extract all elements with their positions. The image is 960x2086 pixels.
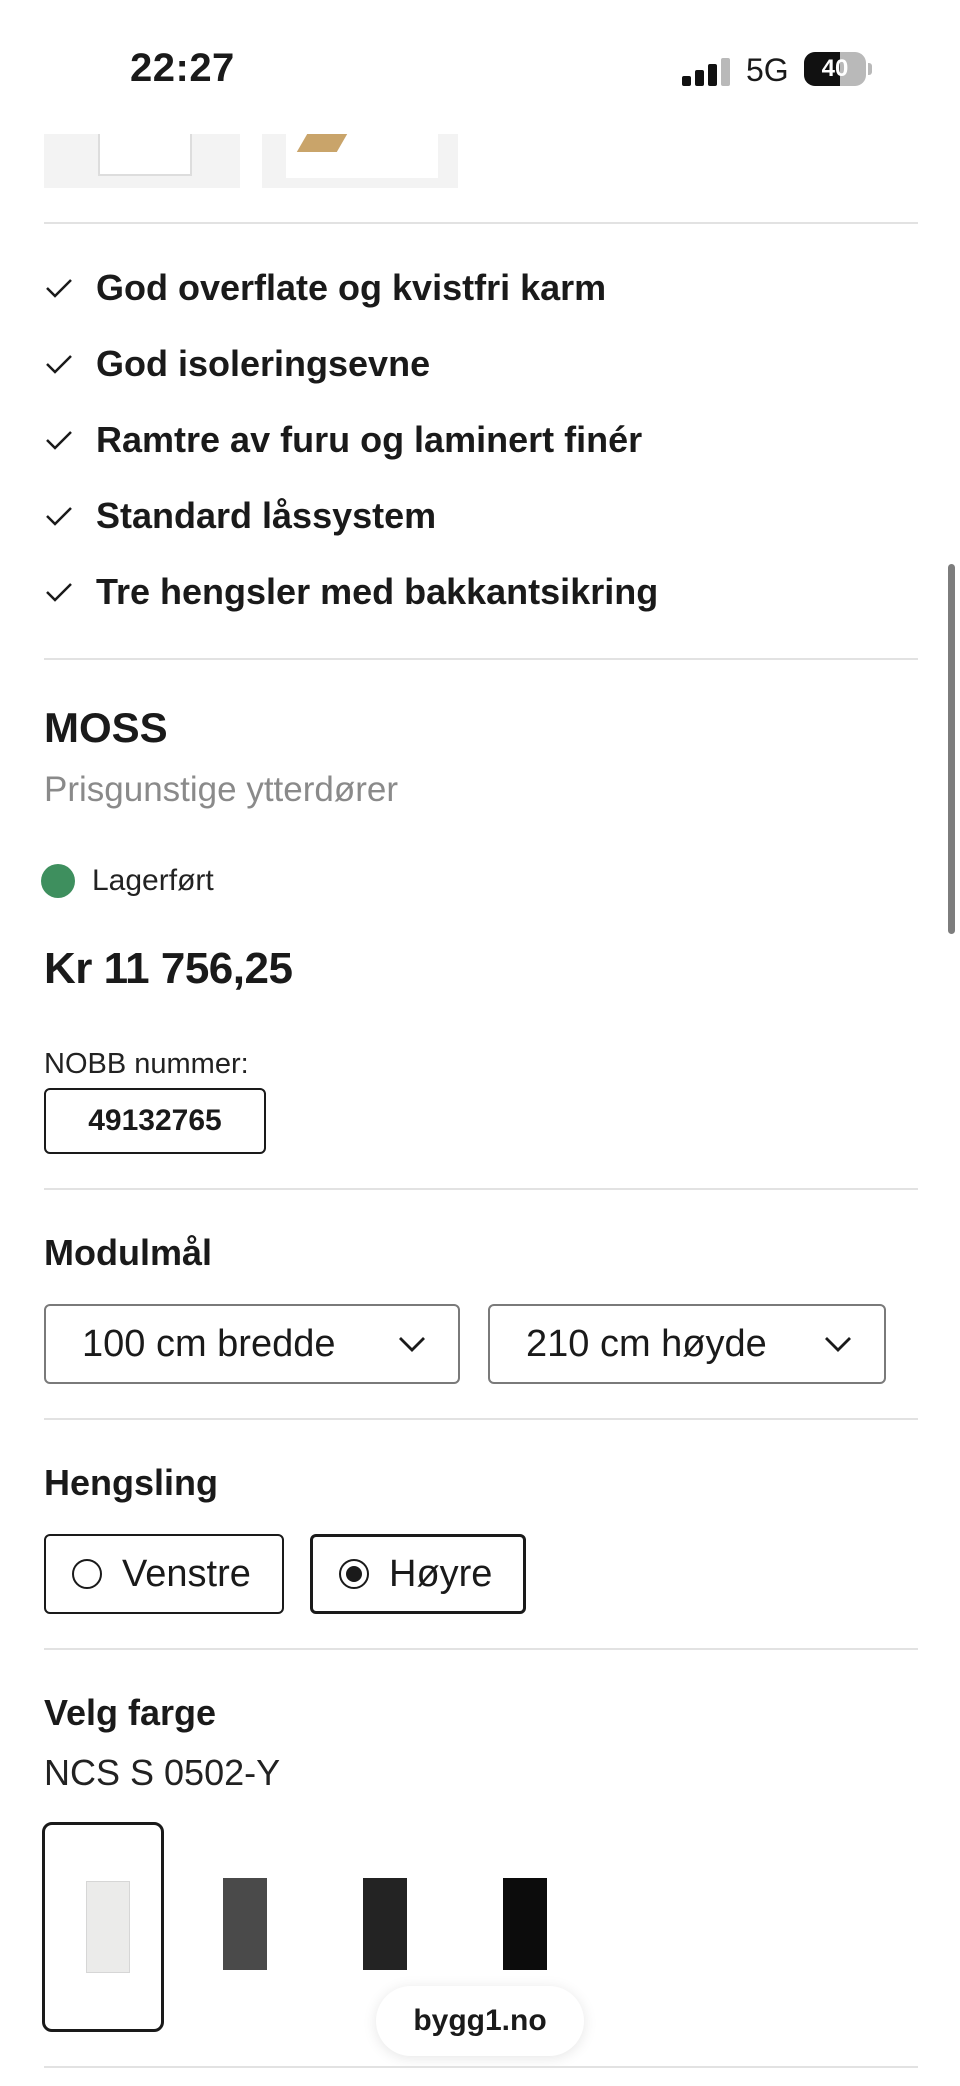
site-url-badge[interactable]: bygg1.no	[376, 1986, 584, 2056]
width-select-value: 100 cm bredde	[82, 1322, 336, 1365]
product-thumbnail[interactable]	[262, 134, 458, 188]
radio-unselected-icon	[72, 1559, 102, 1589]
hinge-option-left[interactable]: Venstre	[44, 1534, 284, 1614]
color-heading: Velg farge	[44, 1692, 217, 1733]
height-select-value: 210 cm høyde	[526, 1322, 767, 1365]
feature-text: God isoleringsevne	[96, 343, 431, 384]
feature-text: Tre hengsler med bakkantsikring	[96, 571, 659, 612]
divider	[44, 1418, 918, 1420]
network-type: 5G	[746, 52, 789, 88]
door-swatch-image	[363, 1878, 407, 1970]
feature-item: Standard låssystem	[44, 486, 436, 546]
chevron-down-icon	[825, 1337, 851, 1352]
battery-level: 40	[821, 55, 849, 82]
product-thumbnail[interactable]	[44, 134, 240, 188]
color-swatch[interactable]	[182, 1822, 304, 2032]
feature-text: Ramtre av furu og laminert finér	[96, 419, 643, 460]
product-price: Kr 11 756,25	[44, 944, 293, 993]
feature-item: God overflate og kvistfri karm	[44, 258, 606, 318]
nobb-number: 49132765	[44, 1088, 266, 1154]
divider	[44, 658, 918, 660]
feature-text: God overflate og kvistfri karm	[96, 267, 607, 308]
checkmark-icon	[46, 355, 72, 374]
product-subtitle: Prisgunstige ytterdører	[44, 770, 399, 809]
signal-icon	[682, 56, 730, 86]
divider	[44, 1648, 918, 1650]
status-time: 22:27	[130, 46, 235, 90]
feature-item: Tre hengsler med bakkantsikring	[44, 562, 658, 622]
hinge-option-label: Høyre	[389, 1552, 493, 1595]
divider	[44, 1188, 918, 1190]
checkmark-icon	[46, 583, 72, 602]
scrollbar[interactable]	[948, 564, 955, 934]
door-swatch-image	[86, 1881, 130, 1973]
divider	[44, 222, 918, 224]
color-swatch[interactable]	[42, 1822, 164, 2032]
door-swatch-image	[223, 1878, 267, 1970]
chevron-down-icon	[399, 1337, 425, 1352]
door-swatch-image	[503, 1878, 547, 1970]
product-title: MOSS	[44, 704, 168, 751]
feature-item: Ramtre av furu og laminert finér	[44, 410, 642, 470]
checkmark-icon	[46, 279, 72, 298]
stock-status-label: Lagerført	[92, 864, 214, 897]
feature-item: God isoleringsevne	[44, 334, 430, 394]
radio-selected-icon	[339, 1559, 369, 1589]
battery-tip	[868, 63, 872, 75]
nobb-label: NOBB nummer:	[44, 1048, 249, 1080]
hinge-option-right[interactable]: Høyre	[310, 1534, 526, 1614]
stock-status-dot	[41, 864, 75, 898]
hinge-heading: Hengsling	[44, 1462, 219, 1503]
hinge-option-label: Venstre	[122, 1552, 251, 1595]
checkmark-icon	[46, 431, 72, 450]
height-select[interactable]: 210 cm høyde	[488, 1304, 886, 1384]
selected-color-name: NCS S 0502-Y	[44, 1752, 281, 1793]
feature-text: Standard låssystem	[96, 495, 437, 536]
battery-icon: 40	[804, 52, 866, 86]
checkmark-icon	[46, 507, 72, 526]
divider	[44, 2066, 918, 2068]
module-heading: Modulmål	[44, 1232, 212, 1273]
width-select[interactable]: 100 cm bredde	[44, 1304, 460, 1384]
